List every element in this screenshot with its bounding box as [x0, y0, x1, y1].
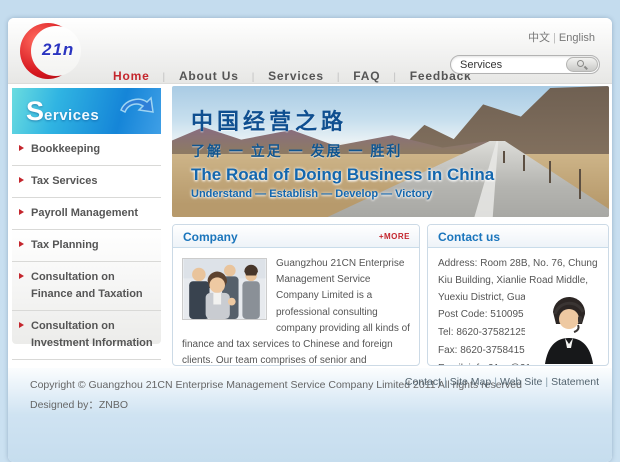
company-section-header: Company +MORE	[173, 225, 419, 248]
language-switcher: 中文|English	[525, 29, 598, 45]
search-input[interactable]	[460, 58, 562, 72]
sidebar-item-label: Tax Planning	[31, 239, 99, 251]
sidebar-item-consultation-finance[interactable]: Consultation on Finance and Taxation	[12, 262, 161, 311]
content-area: Services Bookkeeping Tax Services Payrol…	[8, 85, 612, 368]
fence-post	[579, 169, 581, 199]
sidebar-item-consultation-investment[interactable]: Consultation on Investment Information	[12, 311, 161, 360]
sidebar-title-rest: ervices	[44, 107, 99, 124]
hero-text: 中国经营之路 了解 一 立足 一 发展 一 胜利 The Road of Doi…	[191, 104, 494, 200]
sidebar-title-initial: S	[26, 96, 44, 126]
arrow-bullet-icon	[19, 209, 24, 215]
arrow-bullet-icon	[19, 322, 24, 328]
lang-separator: |	[553, 32, 556, 44]
hero-english-title: The Road of Doing Business in China	[191, 165, 494, 185]
sidebar-item-label: Bookkeeping	[31, 143, 100, 155]
sidebar-title: Services	[26, 96, 99, 127]
search-box	[450, 55, 600, 74]
company-more-link[interactable]: +MORE	[379, 225, 419, 241]
footer-separator: |	[494, 376, 497, 388]
nav-separator: |	[252, 72, 255, 83]
fence-post	[523, 155, 525, 171]
sidebar-menu: Bookkeeping Tax Services Payroll Managem…	[12, 134, 161, 392]
arrow-icon	[115, 94, 155, 128]
arrow-bullet-icon	[19, 145, 24, 151]
lang-english-link[interactable]: English	[559, 32, 595, 44]
logo[interactable]: 21n	[18, 20, 98, 82]
hero-chinese-subtitle: 了解 一 立足 一 发展 一 胜利	[191, 141, 494, 161]
sidebar-item-label: Consultation on Investment Information	[31, 320, 153, 349]
header: 21n 中文|English Home|About Us|Services|FA…	[8, 18, 612, 84]
designed-by-text: Designed by：ZNBO	[30, 396, 522, 416]
page-container: 21n 中文|English Home|About Us|Services|FA…	[8, 18, 612, 462]
fence-post	[503, 151, 505, 163]
nav-services[interactable]: Services	[268, 69, 324, 83]
sidebar-item-tax-services[interactable]: Tax Services	[12, 166, 161, 198]
logo-text: 21n	[42, 40, 74, 60]
nav-faq[interactable]: FAQ	[353, 69, 380, 83]
footer: Copyright © Guangzhou 21CN Enterprise Ma…	[8, 368, 612, 462]
nav-home[interactable]: Home	[113, 69, 150, 83]
hero-chinese-title: 中国经营之路	[191, 104, 494, 136]
sidebar-item-bookkeeping[interactable]: Bookkeeping	[12, 134, 161, 166]
sidebar-banner: Services	[12, 88, 161, 134]
fence-post	[549, 161, 551, 183]
contact-body: Address: Room 28B, No. 76, Chung Kiu Bui…	[428, 248, 608, 366]
arrow-bullet-icon	[19, 273, 24, 279]
sidebar-item-label: Payroll Management	[31, 207, 138, 219]
contact-section-header: Contact us	[428, 225, 608, 248]
company-section-title: Company	[173, 225, 238, 244]
arrow-bullet-icon	[19, 177, 24, 183]
footer-link-website[interactable]: Web Site	[500, 376, 542, 388]
hero-banner: 中国经营之路 了解 一 立足 一 发展 一 胜利 The Road of Doi…	[172, 86, 609, 217]
arrow-bullet-icon	[19, 241, 24, 247]
company-body: Guangzhou 21CN Enterprise Management Ser…	[173, 248, 419, 366]
search-button[interactable]	[566, 57, 598, 72]
contact-section-title: Contact us	[428, 225, 500, 244]
footer-link-contact[interactable]: Contact	[405, 376, 441, 388]
nav-separator: |	[337, 72, 340, 83]
nav-separator: |	[393, 72, 396, 83]
team-photo	[182, 258, 267, 320]
nav-about-us[interactable]: About Us	[179, 69, 239, 83]
sidebar-item-tax-planning[interactable]: Tax Planning	[12, 230, 161, 262]
footer-link-sitemap[interactable]: Site Map	[450, 376, 491, 388]
search-icon	[577, 60, 584, 67]
hero-english-subtitle: Understand — Establish — Develop — Victo…	[191, 188, 494, 200]
support-agent-photo	[525, 292, 605, 364]
footer-separator: |	[444, 376, 447, 388]
contact-section: Contact us Address: Room 28B, No. 76, Ch…	[427, 224, 609, 366]
services-sidebar: Services Bookkeeping Tax Services Payrol…	[12, 88, 161, 344]
main-nav: Home|About Us|Services|FAQ|Feedback	[102, 69, 483, 83]
lang-chinese-link[interactable]: 中文	[528, 32, 550, 44]
sidebar-item-payroll-management[interactable]: Payroll Management	[12, 198, 161, 230]
company-section: Company +MORE Guangzhou 21CN Enterprise …	[172, 224, 420, 366]
footer-separator: |	[545, 376, 548, 388]
footer-links: Contact|Site Map|Web Site|Statement	[402, 376, 602, 388]
sidebar-item-label: Consultation on Finance and Taxation	[31, 271, 143, 300]
sidebar-item-label: Tax Services	[31, 175, 97, 187]
nav-separator: |	[163, 72, 166, 83]
footer-link-statement[interactable]: Statement	[551, 376, 599, 388]
